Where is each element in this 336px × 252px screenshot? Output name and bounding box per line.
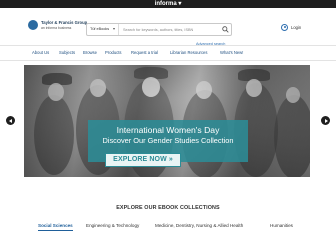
search-scope-select[interactable]: Tüf eBooks [87, 24, 119, 35]
nav-item-browse[interactable]: Browse [83, 49, 97, 57]
banner-subline: Discover Our Gender Studies Collection [102, 136, 234, 145]
user-icon [281, 24, 288, 31]
carousel-next-icon[interactable] [321, 116, 330, 125]
tab-label: Engineering & Technology [86, 223, 140, 228]
tab-label: Medicine, Dentistry, Nursing & Allied He… [155, 223, 244, 228]
carousel-prev-icon[interactable] [6, 116, 15, 125]
informa-top-bar: informa ▾ [0, 0, 336, 8]
explore-now-button[interactable]: EXPLORE NOW » [105, 153, 181, 167]
banner-headline: International Women's Day [116, 125, 220, 135]
main-navigation: About Us Subjects Browse Products Reques… [0, 45, 336, 61]
collection-tabs: Social Sciences Engineering & Technology… [0, 222, 336, 234]
logo-mark-icon [28, 20, 38, 30]
informa-brand[interactable]: informa ▾ [0, 0, 336, 8]
tab-engineering-technology[interactable]: Engineering & Technology [86, 222, 139, 229]
search-scope-label: Tüf eBooks [90, 27, 110, 31]
nav-item-whats-new[interactable]: What's New! [220, 49, 243, 57]
nav-item-librarian-resources[interactable]: Librarian Resources [170, 49, 207, 57]
search-input[interactable] [121, 24, 219, 35]
tab-label: Humanities [270, 223, 293, 228]
tab-social-sciences[interactable]: Social Sciences [38, 222, 73, 231]
nav-item-subjects[interactable]: Subjects [59, 49, 75, 57]
site-header: Taylor & Francis Group an informa busine… [0, 8, 336, 46]
chevron-down-icon [113, 28, 115, 30]
tab-label: Social Sciences [38, 223, 73, 228]
logo-line-2: an informa business [41, 26, 72, 30]
tab-medicine-dentistry[interactable]: Medicine, Dentistry, Nursing & Allied He… [155, 222, 243, 229]
search-bar: Tüf eBooks [86, 23, 232, 36]
collections-title: EXPLORE OUR EBOOK COLLECTIONS [116, 205, 220, 211]
nav-item-products[interactable]: Products [105, 49, 122, 57]
nav-item-request-trial[interactable]: Request a trial [131, 49, 158, 57]
search-icon[interactable] [222, 26, 229, 33]
login-button[interactable]: Login [281, 22, 311, 34]
logo-line-1: Taylor & Francis Group [41, 20, 88, 25]
tab-humanities[interactable]: Humanities [270, 222, 293, 229]
taylor-francis-logo[interactable]: Taylor & Francis Group an informa busine… [28, 19, 87, 34]
nav-item-about-us[interactable]: About Us [32, 49, 49, 57]
login-label: Login [291, 25, 302, 30]
active-tab-underline [38, 230, 73, 231]
